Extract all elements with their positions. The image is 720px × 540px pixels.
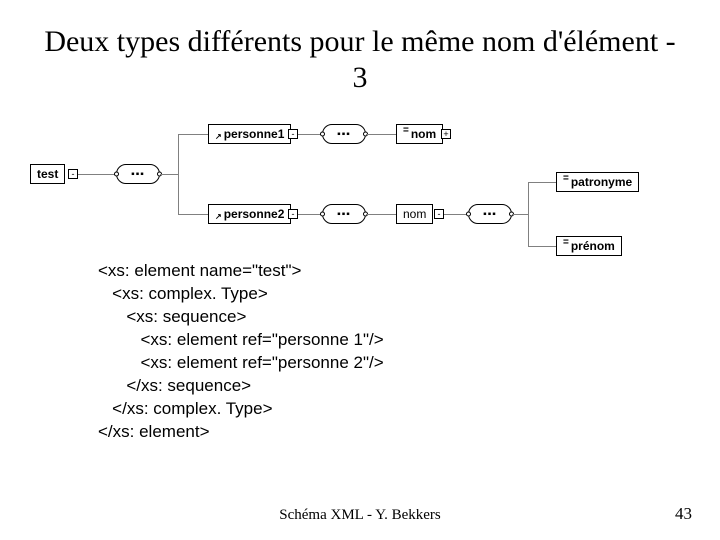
code-line: </xs: sequence> (98, 376, 251, 395)
code-line: <xs: element ref="personne 1"/> (98, 330, 384, 349)
node-patronyme: =patronyme (556, 172, 639, 192)
label-prenom: prénom (571, 239, 615, 253)
code-line: </xs: complex. Type> (98, 399, 273, 418)
node-nom-1: =nom (396, 124, 443, 144)
label-personne1: personne1 (224, 127, 285, 141)
minus-tab-3: - (288, 209, 298, 219)
node-nom-2: nom (396, 204, 433, 224)
code-line: <xs: complex. Type> (98, 284, 268, 303)
code-line: <xs: element ref="personne 2"/> (98, 353, 384, 372)
slide-title: Deux types différents pour le même nom d… (0, 0, 720, 108)
minus-tab: - (68, 169, 78, 179)
label-personne2: personne2 (224, 207, 285, 221)
label-patronyme: patronyme (571, 175, 632, 189)
seq-root: ▪▪▪ (116, 164, 160, 184)
label-nom1: nom (411, 127, 436, 141)
node-prenom: =prénom (556, 236, 622, 256)
footer-text: Schéma XML - Y. Bekkers (0, 507, 720, 524)
minus-tab-2: - (288, 129, 298, 139)
schema-diagram: test - ▪▪▪ ↗personne1 - ▪▪▪ =nom + ↗pers… (20, 114, 700, 254)
code-block: <xs: element name="test"> <xs: complex. … (0, 258, 720, 444)
code-line: <xs: element name="test"> (98, 261, 301, 280)
page-number: 43 (675, 504, 692, 524)
code-line: <xs: sequence> (98, 307, 246, 326)
seq-p2: ▪▪▪ (322, 204, 366, 224)
seq-p1: ▪▪▪ (322, 124, 366, 144)
code-line: </xs: element> (98, 422, 210, 441)
seq-nom2: ▪▪▪ (468, 204, 512, 224)
plus-tab-1: + (441, 129, 451, 139)
node-test: test (30, 164, 65, 184)
minus-tab-4: - (434, 209, 444, 219)
label-nom2: nom (403, 207, 426, 221)
node-personne1: ↗personne1 (208, 124, 291, 144)
node-personne2: ↗personne2 (208, 204, 291, 224)
